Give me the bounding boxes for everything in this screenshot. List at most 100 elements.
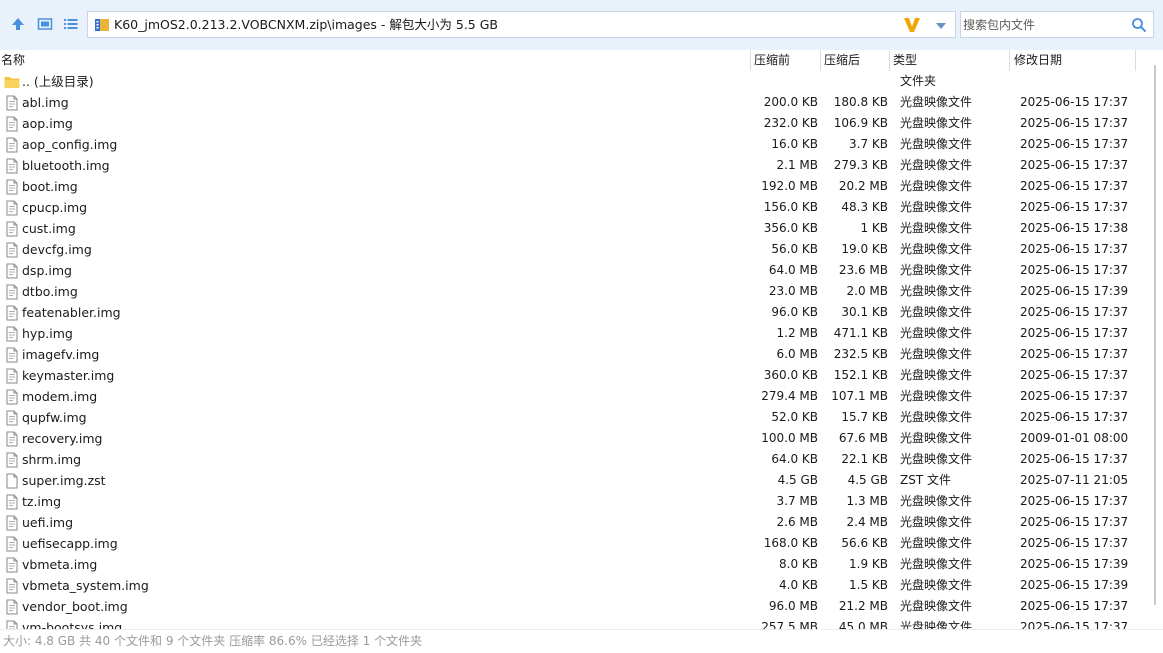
view-icon[interactable] bbox=[35, 14, 55, 34]
parent-directory-row[interactable]: .. (上级目录) 文件夹 bbox=[0, 71, 1140, 92]
file-date: 2025-06-15 17:37 bbox=[1020, 158, 1129, 172]
file-size: 4.5 GB bbox=[777, 473, 818, 487]
file-row[interactable]: abl.img 200.0 KB 180.8 KB 光盘映像文件 2025-06-15 … bbox=[0, 92, 1140, 113]
chevron-down-icon[interactable] bbox=[935, 20, 947, 30]
file-date: 2025-06-15 17:37 bbox=[1020, 368, 1129, 382]
file-date: 2025-06-15 17:37 bbox=[1020, 515, 1129, 529]
column-name[interactable]: 名称 bbox=[1, 50, 25, 71]
file-packed-size: 107.1 MB bbox=[831, 389, 888, 403]
file-packed-size: 471.1 KB bbox=[833, 326, 888, 340]
column-date[interactable]: 修改日期 bbox=[1014, 50, 1062, 71]
zip-archive-icon bbox=[94, 17, 110, 33]
file-date: 2025-06-15 17:37 bbox=[1020, 347, 1129, 361]
file-name: tz.img bbox=[22, 494, 62, 509]
file-packed-size: 23.6 MB bbox=[838, 263, 888, 277]
file-size: 360.0 KB bbox=[763, 368, 818, 382]
file-name: super.img.zst bbox=[22, 473, 106, 488]
column-divider[interactable] bbox=[1009, 50, 1010, 71]
file-icon bbox=[4, 410, 20, 426]
v-logo-icon[interactable] bbox=[903, 16, 921, 34]
list-view-icon[interactable] bbox=[61, 14, 81, 34]
file-icon bbox=[4, 431, 20, 447]
file-size: 257.5 MB bbox=[761, 620, 818, 629]
file-row[interactable]: dsp.img 64.0 MB 23.6 MB 光盘映像文件 2025-06-15 17… bbox=[0, 260, 1140, 281]
file-type: 光盘映像文件 bbox=[900, 452, 973, 466]
file-row[interactable]: modem.img 279.4 MB 107.1 MB 光盘映像文件 2025-06-1… bbox=[0, 386, 1140, 407]
file-row[interactable]: bluetooth.img 2.1 MB 279.3 KB 光盘映像文件 2025-06… bbox=[0, 155, 1140, 176]
file-name: aop_config.img bbox=[22, 137, 118, 152]
file-date: 2025-06-15 17:37 bbox=[1020, 389, 1129, 403]
file-size: 192.0 MB bbox=[761, 179, 818, 193]
file-icon bbox=[4, 536, 20, 552]
file-packed-size: 152.1 KB bbox=[833, 368, 888, 382]
file-name: keymaster.img bbox=[22, 368, 115, 383]
file-name: uefisecapp.img bbox=[22, 536, 118, 551]
file-size: 64.0 KB bbox=[771, 452, 818, 466]
status-text: 大小: 4.8 GB 共 40 个文件和 9 个文件夹 压缩率 86.6% 已经… bbox=[3, 634, 423, 648]
column-size[interactable]: 压缩前 bbox=[754, 50, 790, 71]
file-type: 光盘映像文件 bbox=[900, 389, 973, 403]
file-icon bbox=[4, 179, 20, 195]
file-type: 光盘映像文件 bbox=[900, 200, 973, 214]
file-row[interactable]: boot.img 192.0 MB 20.2 MB 光盘映像文件 2025-06-15 … bbox=[0, 176, 1140, 197]
file-packed-size: 1.3 MB bbox=[846, 494, 888, 508]
file-row[interactable]: vendor_boot.img 96.0 MB 21.2 MB 光盘映像文件 2025-… bbox=[0, 596, 1140, 617]
file-row[interactable]: uefisecapp.img 168.0 KB 56.6 KB 光盘映像文件 2025-… bbox=[0, 533, 1140, 554]
search-input[interactable] bbox=[961, 12, 1123, 37]
column-divider[interactable] bbox=[1135, 50, 1136, 71]
file-icon bbox=[4, 557, 20, 573]
file-packed-size: 45.0 MB bbox=[838, 620, 888, 629]
file-name: .. (上级目录) bbox=[22, 74, 94, 89]
column-header: 名称 压缩前 压缩后 类型 修改日期 bbox=[0, 50, 1163, 71]
file-row[interactable]: vm-bootsys.img 257.5 MB 45.0 MB 光盘映像文件 2025-… bbox=[0, 617, 1140, 629]
file-type: 光盘映像文件 bbox=[900, 494, 973, 508]
file-row[interactable]: devcfg.img 56.0 KB 19.0 KB 光盘映像文件 2025-06-15… bbox=[0, 239, 1140, 260]
file-size: 56.0 KB bbox=[771, 242, 818, 256]
file-type: 光盘映像文件 bbox=[900, 536, 973, 550]
file-icon bbox=[4, 347, 20, 363]
file-packed-size: 1.9 KB bbox=[849, 557, 888, 571]
file-row[interactable]: vbmeta_system.img 4.0 KB 1.5 KB 光盘映像文件 2025-… bbox=[0, 575, 1140, 596]
file-row[interactable]: tz.img 3.7 MB 1.3 MB 光盘映像文件 2025-06-15 17:37 bbox=[0, 491, 1140, 512]
column-divider[interactable] bbox=[820, 50, 821, 71]
file-type: 光盘映像文件 bbox=[900, 347, 973, 361]
file-row[interactable]: cpucp.img 156.0 KB 48.3 KB 光盘映像文件 2025-06-15… bbox=[0, 197, 1140, 218]
file-row[interactable]: shrm.img 64.0 KB 22.1 KB 光盘映像文件 2025-06-15 1… bbox=[0, 449, 1140, 470]
file-row[interactable]: hyp.img 1.2 MB 471.1 KB 光盘映像文件 2025-06-15 17… bbox=[0, 323, 1140, 344]
file-packed-size: 22.1 KB bbox=[841, 452, 888, 466]
scrollbar-thumb[interactable] bbox=[1154, 65, 1156, 605]
file-type: 光盘映像文件 bbox=[900, 284, 973, 298]
file-icon bbox=[4, 221, 20, 237]
file-row[interactable]: imagefv.img 6.0 MB 232.5 KB 光盘映像文件 2025-06-1… bbox=[0, 344, 1140, 365]
file-date: 2025-06-15 17:37 bbox=[1020, 452, 1129, 466]
file-row[interactable]: qupfw.img 52.0 KB 15.7 KB 光盘映像文件 2025-06-15 … bbox=[0, 407, 1140, 428]
search-icon[interactable] bbox=[1131, 17, 1147, 33]
column-divider[interactable] bbox=[750, 50, 751, 71]
file-row[interactable]: cust.img 356.0 KB 1 KB 光盘映像文件 2025-06-15 17:… bbox=[0, 218, 1140, 239]
file-date: 2025-06-15 17:39 bbox=[1020, 284, 1129, 298]
file-size: 23.0 MB bbox=[768, 284, 818, 298]
search-box[interactable] bbox=[960, 11, 1154, 38]
file-icon bbox=[4, 95, 20, 111]
column-type[interactable]: 类型 bbox=[893, 50, 917, 71]
column-divider[interactable] bbox=[889, 50, 890, 71]
file-name: vm-bootsys.img bbox=[22, 620, 123, 629]
file-size: 200.0 KB bbox=[763, 95, 818, 109]
file-row[interactable]: recovery.img 100.0 MB 67.6 MB 光盘映像文件 2009-01… bbox=[0, 428, 1140, 449]
file-row[interactable]: uefi.img 2.6 MB 2.4 MB 光盘映像文件 2025-06-15 17:… bbox=[0, 512, 1140, 533]
file-date: 2025-06-15 17:37 bbox=[1020, 536, 1129, 550]
file-packed-size: 279.3 KB bbox=[833, 158, 888, 172]
column-packed[interactable]: 压缩后 bbox=[824, 50, 860, 71]
file-row[interactable]: vbmeta.img 8.0 KB 1.9 KB 光盘映像文件 2025-06-15 1… bbox=[0, 554, 1140, 575]
file-size: 8.0 KB bbox=[779, 557, 818, 571]
file-row[interactable]: featenabler.img 96.0 KB 30.1 KB 光盘映像文件 2025-… bbox=[0, 302, 1140, 323]
file-row[interactable]: aop_config.img 16.0 KB 3.7 KB 光盘映像文件 2025-06… bbox=[0, 134, 1140, 155]
file-row[interactable]: keymaster.img 360.0 KB 152.1 KB 光盘映像文件 2025-… bbox=[0, 365, 1140, 386]
address-bar[interactable]: K60_jmOS2.0.213.2.VOBCNXM.zip\images - 解… bbox=[87, 11, 956, 38]
vertical-scrollbar[interactable] bbox=[1150, 63, 1160, 629]
file-type: 光盘映像文件 bbox=[900, 242, 973, 256]
file-row[interactable]: super.img.zst 4.5 GB 4.5 GB ZST 文件 2025-07-1… bbox=[0, 470, 1140, 491]
file-row[interactable]: dtbo.img 23.0 MB 2.0 MB 光盘映像文件 2025-06-15 17… bbox=[0, 281, 1140, 302]
file-row[interactable]: aop.img 232.0 KB 106.9 KB 光盘映像文件 2025-06-15 … bbox=[0, 113, 1140, 134]
up-arrow-icon[interactable] bbox=[8, 14, 28, 34]
